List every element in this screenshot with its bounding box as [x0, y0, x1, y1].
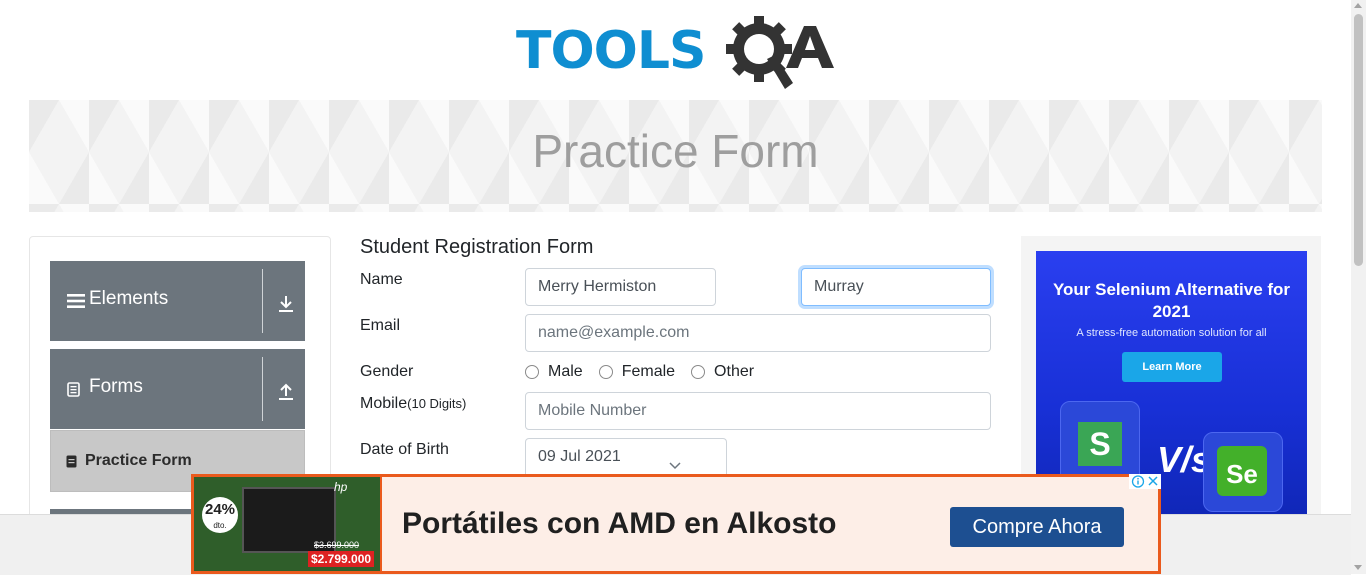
ad-subtitle: A stress-free automation solution for al…	[1076, 327, 1267, 339]
mobile-input[interactable]	[525, 392, 991, 430]
first-name-input[interactable]	[525, 268, 716, 306]
page-banner: Practice Form	[29, 100, 1322, 212]
scroll-down-arrow-icon[interactable]	[1354, 565, 1362, 570]
svg-text:TOOLS: TOOLS	[516, 21, 705, 81]
document-icon	[67, 349, 80, 429]
ad-title: Your Selenium Alternative for 2021	[1052, 280, 1291, 321]
hamburger-icon	[67, 261, 85, 341]
learn-more-button[interactable]: Learn More	[1122, 352, 1222, 382]
scroll-up-arrow-icon[interactable]	[1354, 3, 1362, 8]
chevron-down-icon	[669, 457, 681, 475]
gender-radio-other[interactable]: Other	[691, 363, 754, 381]
discount-value: 24%	[204, 501, 236, 518]
bottom-ad-panel: Portátiles con AMD en Alkosto Compre Aho…	[382, 477, 1158, 571]
download-arrow-icon	[278, 295, 294, 318]
price-tag: $2.799.000	[308, 551, 375, 567]
dob-value: 09 Jul 2021	[538, 448, 621, 465]
katalon-logo-tile: S	[1060, 401, 1140, 483]
close-icon	[1148, 476, 1158, 486]
sidebar-group-label: Forms	[89, 376, 143, 397]
upload-arrow-icon	[278, 383, 294, 406]
laptop-ad-image: 24% dto. hp $3.699.000 $2.799.000	[194, 477, 380, 571]
gear-icon	[726, 16, 793, 89]
divider	[262, 357, 263, 421]
radio-label: Male	[548, 363, 583, 380]
sidebar-group-elements[interactable]: Elements	[50, 261, 305, 341]
selenium-logo: Se	[1217, 446, 1267, 496]
name-label: Name	[360, 271, 403, 288]
last-name-input[interactable]	[801, 268, 991, 306]
mobile-label-text: Mobile	[360, 395, 408, 412]
katalon-logo: S	[1078, 422, 1122, 466]
hp-logo: hp	[334, 480, 348, 494]
divider	[262, 269, 263, 333]
scrollbar-thumb[interactable]	[1354, 14, 1363, 266]
sidebar-group-forms[interactable]: Forms	[50, 349, 305, 429]
form-icon	[66, 455, 77, 473]
email-input[interactable]	[525, 314, 991, 352]
ad-headline: Portátiles con AMD en Alkosto	[402, 507, 837, 540]
radio-button[interactable]	[691, 365, 706, 379]
discount-sub: dto.	[213, 521, 227, 530]
gender-label: Gender	[360, 363, 414, 380]
radio-label: Other	[714, 363, 755, 380]
page-title: Practice Form	[532, 125, 819, 177]
sidebar-group-label: Elements	[89, 288, 169, 309]
bottom-ad-banner[interactable]: 24% dto. hp $3.699.000 $2.799.000 Portát…	[191, 474, 1161, 574]
form-title: Student Registration Form	[360, 236, 594, 258]
discount-badge: 24% dto.	[202, 497, 238, 533]
toolsqa-logo[interactable]: TOOLS	[516, 16, 838, 92]
gender-radio-male[interactable]: Male	[525, 363, 583, 381]
radio-button[interactable]	[525, 365, 539, 379]
gender-radio-female[interactable]: Female	[598, 363, 676, 381]
gender-radio-group: Male Female Other	[525, 362, 770, 382]
compre-ahora-button[interactable]: Compre Ahora	[950, 507, 1124, 547]
page-scrollbar[interactable]	[1351, 0, 1366, 574]
ad-choices[interactable]	[1129, 474, 1161, 489]
ad-info-icon	[1131, 475, 1145, 488]
email-label: Email	[360, 317, 401, 334]
mobile-label: Mobile(10 Digits)	[360, 395, 466, 413]
old-price: $3.699.000	[314, 540, 360, 550]
radio-button[interactable]	[598, 365, 613, 379]
date-of-birth-input[interactable]: 09 Jul 2021	[525, 438, 727, 476]
dob-label: Date of Birth	[360, 441, 449, 458]
selenium-logo-tile: Se	[1203, 432, 1283, 512]
sidebar-item-label: Practice Form	[85, 452, 192, 469]
mobile-hint: (10 Digits)	[407, 396, 467, 411]
radio-label: Female	[621, 363, 676, 380]
